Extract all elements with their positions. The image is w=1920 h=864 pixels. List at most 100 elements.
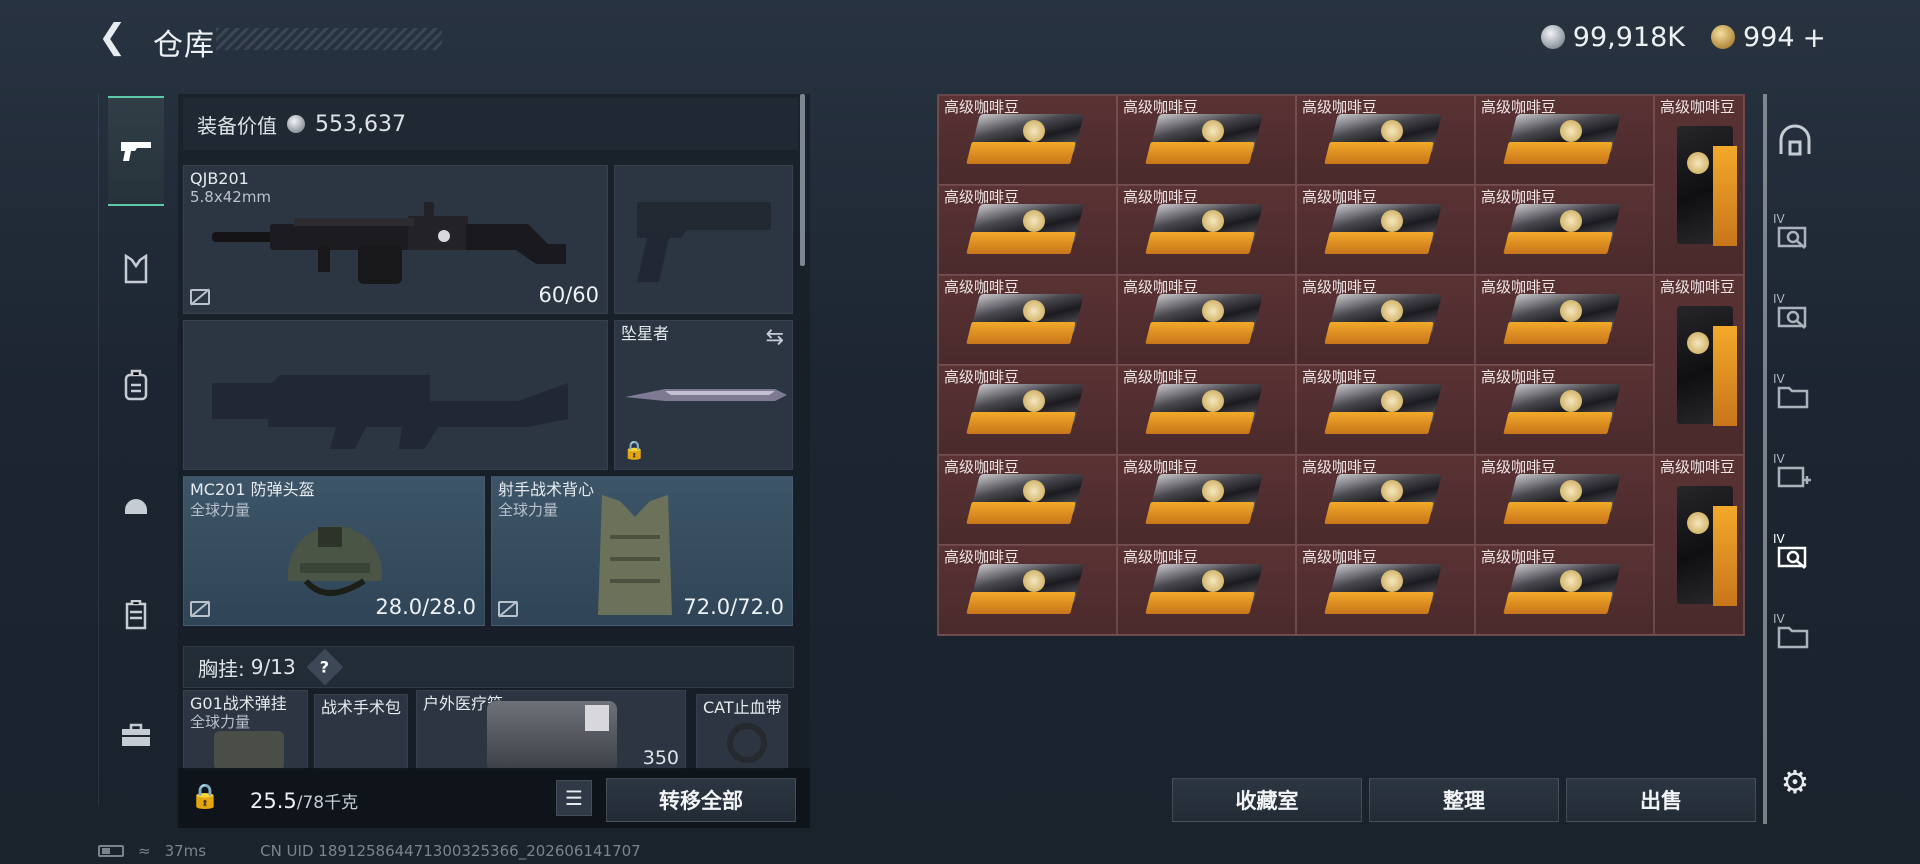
stash-item-coffee-beans[interactable]: 高级咖啡豆 bbox=[938, 95, 1117, 185]
pistol-slot[interactable] bbox=[614, 165, 793, 314]
stash-item-coffee-beans[interactable]: 高级咖啡豆 bbox=[1475, 185, 1654, 275]
primary-weapon-slot[interactable]: QJB201 5.8x42mm 60/60 bbox=[183, 165, 608, 314]
stash-item-coffee-beans[interactable]: 高级咖啡豆 bbox=[1117, 545, 1296, 635]
pistol-silhouette-icon bbox=[637, 202, 771, 282]
stash-item-coffee-beans[interactable]: 高级咖啡豆 bbox=[938, 185, 1117, 275]
rig-item-count: 350 bbox=[642, 747, 679, 769]
stash-tab-3[interactable]: IV bbox=[1773, 372, 1817, 418]
stash-item-coffee-beans-large[interactable]: 高级咖啡豆 bbox=[1654, 95, 1744, 275]
stash-item-coffee-beans[interactable]: 高级咖啡豆 bbox=[1296, 275, 1475, 365]
coffee-bag-image bbox=[966, 470, 1087, 528]
pistol-icon bbox=[121, 142, 151, 161]
stash-item-coffee-beans[interactable]: 高级咖啡豆 bbox=[1117, 185, 1296, 275]
coffee-bag-large-image bbox=[1677, 306, 1739, 432]
nav-rig[interactable] bbox=[107, 586, 165, 644]
stash-item-coffee-beans[interactable]: 高级咖啡豆 bbox=[1117, 95, 1296, 185]
nav-toolbox[interactable] bbox=[107, 706, 165, 764]
stash-item-coffee-beans[interactable]: 高级咖啡豆 bbox=[1117, 365, 1296, 455]
transfer-all-button[interactable]: 转移全部 bbox=[606, 778, 796, 822]
helmet-slot[interactable]: MC201 防弹头盔 全球力量 28.0/28.0 bbox=[183, 476, 485, 626]
stash-tab-5[interactable]: IV bbox=[1773, 532, 1817, 578]
list-view-button[interactable]: ☰ bbox=[556, 780, 592, 816]
stash-item-coffee-beans[interactable]: 高级咖啡豆 bbox=[1475, 365, 1654, 455]
back-icon[interactable]: ❮ bbox=[98, 20, 132, 56]
melee-slot[interactable]: 坠星者 ⇆ 🔒 bbox=[614, 320, 793, 470]
no-insure-icon bbox=[498, 601, 518, 617]
stash-tab-search[interactable]: IV bbox=[1773, 212, 1817, 258]
stash-tab-6[interactable]: IV bbox=[1773, 612, 1817, 658]
rig-item-slot[interactable]: 战术手术包 bbox=[314, 694, 408, 770]
tier-tag: IV bbox=[1773, 292, 1785, 306]
stash-item-coffee-beans[interactable]: 高级咖啡豆 bbox=[938, 545, 1117, 635]
rifle-silhouette-icon bbox=[212, 375, 568, 449]
equipment-value: 553,637 bbox=[315, 111, 406, 137]
coffee-bag-image bbox=[1145, 200, 1266, 258]
stash-tab-home[interactable] bbox=[1773, 118, 1817, 162]
rig-slot[interactable]: G01战术弹挂 全球力量 bbox=[183, 690, 308, 770]
coffee-bag-image bbox=[1503, 560, 1624, 618]
backpack-icon bbox=[124, 369, 148, 401]
swap-icon[interactable]: ⇆ bbox=[766, 325, 784, 350]
armor-name: 射手战术背心 bbox=[498, 480, 595, 499]
stash-item-coffee-beans[interactable]: 高级咖啡豆 bbox=[1117, 275, 1296, 365]
chest-rig-capacity: 9/13 bbox=[250, 655, 296, 679]
stash-item-coffee-beans[interactable]: 高级咖啡豆 bbox=[1117, 455, 1296, 545]
secondary-weapon-slot[interactable] bbox=[183, 320, 608, 470]
sort-button[interactable]: 整理 bbox=[1369, 778, 1559, 822]
armor-brand: 全球力量 bbox=[498, 501, 559, 519]
stash-item-coffee-beans[interactable]: 高级咖啡豆 bbox=[1475, 95, 1654, 185]
equipment-scrollbar[interactable] bbox=[800, 94, 805, 266]
armor-slot[interactable]: 射手战术背心 全球力量 72.0/72.0 bbox=[491, 476, 793, 626]
add-gold-button[interactable]: + bbox=[1803, 21, 1826, 54]
sell-button[interactable]: 出售 bbox=[1566, 778, 1756, 822]
chest-rig-label: 胸挂: bbox=[198, 656, 245, 681]
settings-button[interactable]: ⚙ bbox=[1773, 760, 1817, 804]
rig-item-slot[interactable]: CAT止血带 bbox=[696, 694, 788, 770]
knife-image bbox=[625, 389, 787, 401]
chest-rig-header: 胸挂: 9/13 ? bbox=[183, 646, 794, 688]
coffee-bag-image bbox=[1324, 380, 1445, 438]
item-name: 高级咖啡豆 bbox=[1660, 98, 1736, 116]
coffee-bag-image bbox=[966, 560, 1087, 618]
stash-item-coffee-beans[interactable]: 高级咖啡豆 bbox=[1475, 455, 1654, 545]
stash-item-coffee-beans[interactable]: 高级咖啡豆 bbox=[1296, 455, 1475, 545]
nav-vest[interactable] bbox=[107, 240, 165, 298]
silver-coin-icon bbox=[287, 115, 305, 133]
stash-item-coffee-beans[interactable]: 高级咖啡豆 bbox=[1296, 95, 1475, 185]
stash-item-coffee-beans[interactable]: 高级咖啡豆 bbox=[1475, 275, 1654, 365]
rig-item-slot[interactable]: 户外医疗箱 350 bbox=[416, 690, 686, 770]
armor-image bbox=[598, 495, 672, 615]
stash-item-coffee-beans[interactable]: 高级咖啡豆 bbox=[1296, 545, 1475, 635]
stash-item-coffee-beans[interactable]: 高级咖啡豆 bbox=[1296, 185, 1475, 275]
coffee-bag-image bbox=[1324, 560, 1445, 618]
tier-tag: IV bbox=[1773, 532, 1785, 546]
no-insure-icon bbox=[190, 601, 210, 617]
stash-tab-2[interactable]: IV bbox=[1773, 292, 1817, 338]
coffee-bag-image bbox=[1324, 290, 1445, 348]
left-nav bbox=[98, 94, 172, 806]
stash-item-coffee-beans[interactable]: 高级咖啡豆 bbox=[938, 455, 1117, 545]
vault-icon bbox=[1779, 124, 1811, 156]
stash-item-coffee-beans[interactable]: 高级咖啡豆 bbox=[938, 275, 1117, 365]
collection-button[interactable]: 收藏室 bbox=[1172, 778, 1362, 822]
stash-tabs: IV IV IV IV IV IV ⚙ bbox=[1763, 94, 1819, 824]
stash-item-coffee-beans-large[interactable]: 高级咖啡豆 bbox=[1654, 275, 1744, 455]
coffee-bag-image bbox=[1503, 380, 1624, 438]
stash-tab-4[interactable]: IV bbox=[1773, 452, 1817, 498]
stash-item-coffee-beans[interactable]: 高级咖啡豆 bbox=[1296, 365, 1475, 455]
stash-item-coffee-beans[interactable]: 高级咖啡豆 bbox=[1475, 545, 1654, 635]
wifi-icon: ≈ bbox=[138, 842, 151, 860]
coffee-bag-image bbox=[966, 110, 1087, 168]
tourniquet-image bbox=[727, 723, 767, 763]
stash-item-coffee-beans-large[interactable]: 高级咖啡豆 bbox=[1654, 455, 1744, 635]
equipment-value-label: 装备价值 bbox=[197, 113, 277, 138]
nav-backpack[interactable] bbox=[107, 356, 165, 414]
nav-helmet[interactable] bbox=[107, 474, 165, 532]
nav-weapons[interactable] bbox=[108, 96, 164, 206]
helmet-icon bbox=[125, 499, 147, 514]
armor-durability: 72.0/72.0 bbox=[683, 595, 784, 619]
help-button[interactable]: ? bbox=[306, 648, 344, 686]
stash-item-coffee-beans[interactable]: 高级咖啡豆 bbox=[938, 365, 1117, 455]
currency-bar: 99,918K 994 + bbox=[1510, 20, 1826, 54]
coffee-bag-image bbox=[1324, 200, 1445, 258]
